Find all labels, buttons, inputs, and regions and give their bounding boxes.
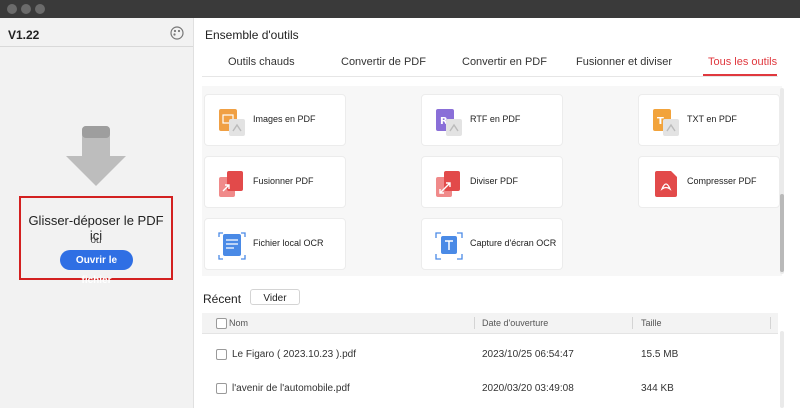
row-checkbox[interactable] bbox=[216, 349, 227, 360]
txt-to-pdf-icon: T bbox=[653, 109, 679, 136]
column-divider[interactable] bbox=[474, 317, 475, 329]
sidebar: V1.22 Glisser-déposer le PDF ici ou Ouvr… bbox=[0, 18, 194, 408]
select-all-checkbox[interactable] bbox=[216, 318, 227, 329]
table-header: Nom Date d'ouverture Taille bbox=[202, 313, 778, 334]
close-window-button[interactable] bbox=[7, 4, 17, 14]
file-name: Le Figaro ( 2023.10.23 ).pdf bbox=[232, 349, 356, 360]
ocr-file-icon bbox=[218, 232, 246, 260]
open-file-button[interactable]: Ouvrir le fichier bbox=[60, 250, 133, 286]
tool-rtf-en-pdf[interactable]: R RTF en PDF bbox=[421, 94, 563, 146]
rtf-to-pdf-icon: R bbox=[436, 109, 462, 136]
drop-or-label: ou bbox=[90, 235, 102, 246]
app-version: V1.22 bbox=[8, 28, 40, 42]
file-size: 15.5 MB bbox=[641, 349, 679, 360]
recent-scrollbar-track[interactable] bbox=[780, 331, 784, 408]
column-size-header[interactable]: Taille bbox=[641, 318, 662, 328]
clear-recent-button[interactable]: Vider bbox=[250, 289, 300, 305]
tool-fichier-local-ocr[interactable]: Fichier local OCR bbox=[204, 218, 346, 270]
column-divider[interactable] bbox=[632, 317, 633, 329]
tool-diviser-pdf[interactable]: Diviser PDF bbox=[421, 156, 563, 208]
tool-label: Compresser PDF bbox=[687, 176, 757, 186]
window-titlebar bbox=[0, 0, 800, 18]
tool-capture-ecran-ocr[interactable]: Capture d'écran OCR bbox=[421, 218, 563, 270]
row-checkbox[interactable] bbox=[216, 383, 227, 394]
tools-grid: Images en PDF R RTF en PDF T TXT en PDF bbox=[202, 86, 782, 276]
column-name-header[interactable]: Nom bbox=[229, 318, 248, 328]
maximize-window-button[interactable] bbox=[35, 4, 45, 14]
tab-fusionner-et-diviser[interactable]: Fusionner et diviser bbox=[576, 56, 672, 68]
tool-label: Fichier local OCR bbox=[253, 238, 324, 248]
column-divider[interactable] bbox=[770, 317, 771, 329]
tool-compresser-pdf[interactable]: Compresser PDF bbox=[638, 156, 780, 208]
tab-outils-chauds[interactable]: Outils chauds bbox=[228, 56, 295, 68]
file-size: 344 KB bbox=[641, 383, 674, 394]
page-title: Ensemble d'outils bbox=[205, 28, 299, 42]
tab-convertir-en-pdf[interactable]: Convertir en PDF bbox=[462, 56, 547, 68]
tool-fusionner-pdf[interactable]: Fusionner PDF bbox=[204, 156, 346, 208]
theme-palette-icon[interactable] bbox=[170, 26, 184, 40]
svg-text:T: T bbox=[657, 116, 664, 127]
file-date: 2023/10/25 06:54:47 bbox=[482, 349, 574, 360]
split-pdf-icon bbox=[436, 171, 460, 197]
tool-images-en-pdf[interactable]: Images en PDF bbox=[204, 94, 346, 146]
tool-label: Images en PDF bbox=[253, 114, 316, 124]
file-date: 2020/03/20 03:49:08 bbox=[482, 383, 574, 394]
sidebar-divider bbox=[0, 46, 193, 47]
table-row[interactable]: Le Figaro ( 2023.10.23 ).pdf 2023/10/25 … bbox=[202, 337, 778, 371]
tools-scrollbar-thumb[interactable] bbox=[780, 194, 784, 272]
recent-files-table: Nom Date d'ouverture Taille Le Figaro ( … bbox=[202, 313, 778, 408]
file-name: l'avenir de l'automobile.pdf bbox=[232, 383, 350, 394]
tool-txt-en-pdf[interactable]: T TXT en PDF bbox=[638, 94, 780, 146]
compress-pdf-icon bbox=[655, 171, 677, 197]
active-tab-indicator bbox=[703, 74, 777, 76]
tab-tous-les-outils[interactable]: Tous les outils bbox=[708, 56, 777, 68]
recent-heading: Récent bbox=[203, 292, 242, 306]
minimize-window-button[interactable] bbox=[21, 4, 31, 14]
pdf-drop-zone[interactable]: Glisser-déposer le PDF ici ou Ouvrir le … bbox=[19, 196, 173, 286]
tool-label: RTF en PDF bbox=[470, 114, 521, 124]
download-arrow-icon bbox=[66, 126, 126, 186]
table-row[interactable]: l'avenir de l'automobile.pdf 2020/03/20 … bbox=[202, 371, 778, 405]
tool-label: Fusionner PDF bbox=[253, 176, 314, 186]
tool-tabs: Outils chauds Convertir de PDF Convertir… bbox=[202, 48, 778, 77]
column-date-header[interactable]: Date d'ouverture bbox=[482, 318, 548, 328]
tool-label: Diviser PDF bbox=[470, 176, 519, 186]
tab-convertir-de-pdf[interactable]: Convertir de PDF bbox=[341, 56, 426, 68]
merge-pdf-icon bbox=[219, 171, 243, 197]
screenshot-ocr-icon bbox=[435, 232, 463, 260]
image-to-pdf-icon bbox=[219, 109, 245, 136]
main-panel: Ensemble d'outils Outils chauds Converti… bbox=[194, 18, 800, 408]
tool-label: Capture d'écran OCR bbox=[470, 238, 557, 248]
tool-label: TXT en PDF bbox=[687, 114, 737, 124]
